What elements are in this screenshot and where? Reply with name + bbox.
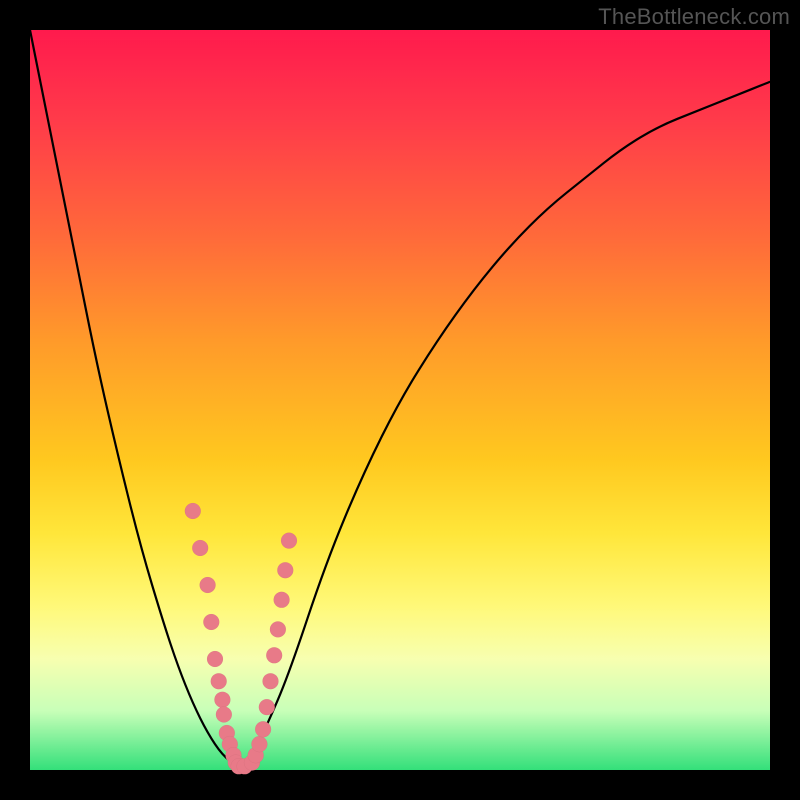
curve-dot [259,699,275,715]
chart-frame: TheBottleneck.com [0,0,800,800]
curve-dot [207,651,223,667]
curve-dot [270,621,286,637]
curve-dot [203,614,219,630]
watermark-text: TheBottleneck.com [598,4,790,30]
curve-svg [30,30,770,770]
curve-dot [266,647,282,663]
curve-dot [216,707,232,723]
curve-dot [251,736,267,752]
curve-dot [200,577,216,593]
curve-dot [277,562,293,578]
curve-dot [281,533,297,549]
curve-dot [263,673,279,689]
curve-dot [214,692,230,708]
curve-dot [255,721,271,737]
bottleneck-curve [30,30,770,764]
curve-dot [211,673,227,689]
plot-area [30,30,770,770]
curve-dot [192,540,208,556]
curve-dots [185,503,297,774]
curve-dot [185,503,201,519]
curve-dot [274,592,290,608]
